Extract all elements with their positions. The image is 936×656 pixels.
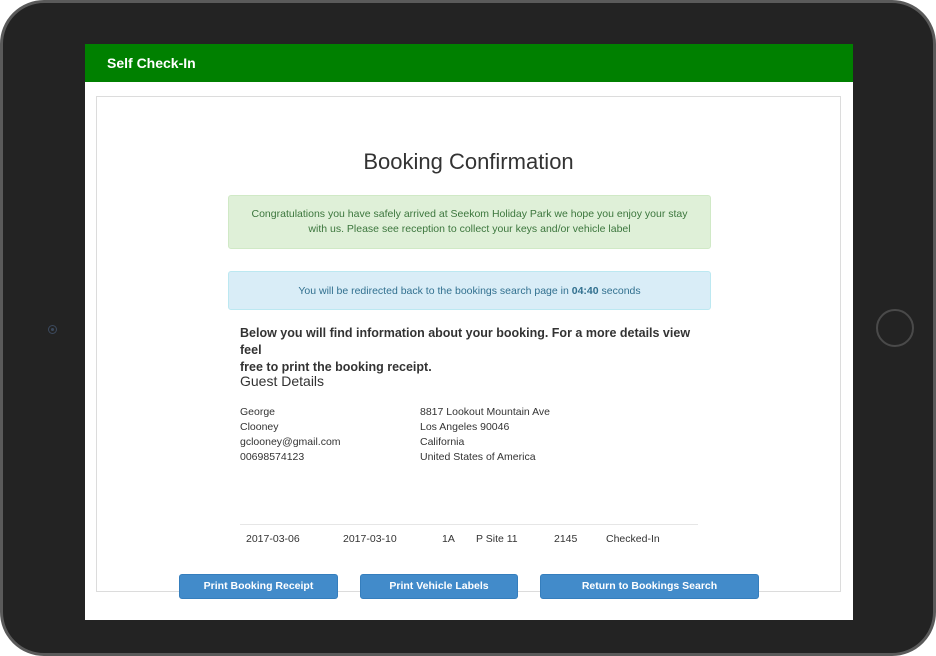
booking-unit: 1A [442,533,455,545]
booking-number: 2145 [554,533,578,545]
booking-status: Checked-In [606,533,660,545]
redirect-countdown: 04:40 [571,285,599,297]
success-alert-line-1: Congratulations you have safely arrived … [251,208,688,220]
app-screen: Self Check-In Booking Confirmation Congr… [85,44,853,620]
redirect-alert: You will be redirected back to the booki… [228,271,711,310]
guest-address-line-1: 8817 Lookout Mountain Ave [420,406,550,418]
booking-departure: 2017-03-10 [343,533,397,545]
redirect-prefix: You will be redirected back to the booki… [298,285,572,297]
redirect-suffix: seconds [598,285,641,297]
guest-phone: 00698574123 [240,451,305,463]
content-panel: Booking Confirmation Congratulations you… [96,96,841,599]
booking-intro: Below you will find information about yo… [240,325,710,376]
guest-email: gclooney@gmail.com [240,436,341,448]
guest-address: 8817 Lookout Mountain Ave Los Angeles 90… [420,405,550,465]
guest-region: California [420,436,465,448]
booking-row: 2017-03-06 2017-03-10 1A P Site 11 2145 … [240,524,698,553]
success-alert: Congratulations you have safely arrived … [228,195,711,249]
booking-intro-line-1: Below you will find information about yo… [240,326,691,357]
guest-address-line-2: Los Angeles 90046 [420,421,510,433]
app-header: Self Check-In [85,44,853,82]
guest-last-name: Clooney [240,421,279,433]
booking-site: P Site 11 [476,533,518,545]
home-button[interactable] [876,309,914,347]
guest-contact: George Clooney gclooney@gmail.com 006985… [240,405,341,465]
booking-arrival: 2017-03-06 [246,533,300,545]
return-to-bookings-search-button[interactable]: Return to Bookings Search [540,574,759,599]
guest-first-name: George [240,406,276,418]
page-title: Booking Confirmation [363,149,574,174]
print-vehicle-labels-button[interactable]: Print Vehicle Labels [360,574,518,599]
app-title: Self Check-In [107,55,196,71]
tablet-frame: Self Check-In Booking Confirmation Congr… [0,0,936,656]
guest-country: United States of America [420,451,536,463]
success-alert-line-2: with us. Please see reception to collect… [308,223,631,235]
guest-details-heading: Guest Details [240,373,325,389]
print-booking-receipt-button[interactable]: Print Booking Receipt [179,574,338,599]
camera-icon [48,325,57,334]
